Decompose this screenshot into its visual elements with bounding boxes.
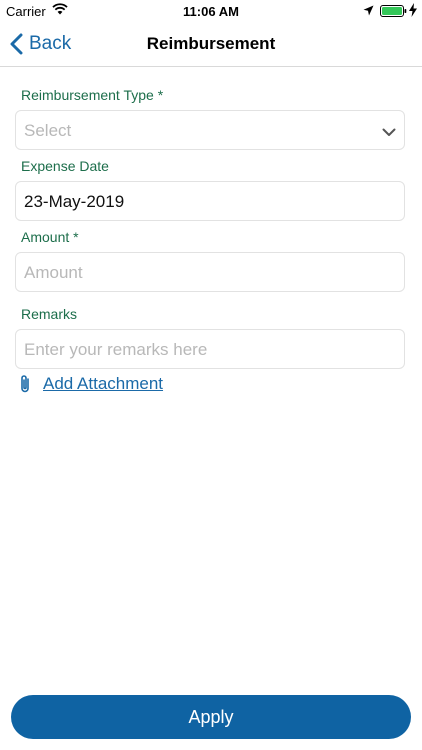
status-bar: Carrier 11:06 AM [0, 0, 422, 22]
amount-field[interactable]: Amount [15, 252, 405, 292]
apply-button[interactable]: Apply [11, 695, 411, 739]
navigation-bar: Back Reimbursement [0, 22, 422, 67]
reimbursement-type-label: Reimbursement Type * [21, 87, 164, 103]
remarks-placeholder: Enter your remarks here [24, 340, 208, 359]
amount-placeholder: Amount [24, 263, 83, 282]
remarks-field[interactable]: Enter your remarks here [15, 329, 405, 369]
add-attachment-label: Add Attachment [43, 374, 164, 393]
battery-icon [380, 5, 407, 20]
status-time: 11:06 AM [183, 4, 239, 19]
reimbursement-type-select[interactable]: Select [15, 110, 405, 150]
chevron-down-icon [382, 124, 396, 142]
reimbursement-type-placeholder: Select [24, 121, 72, 140]
location-arrow-icon [363, 4, 374, 19]
paperclip-icon [21, 375, 29, 393]
expense-date-field[interactable]: 23-May-2019 [15, 181, 405, 221]
add-attachment-link[interactable]: Add Attachment [19, 374, 163, 394]
expense-date-label: Expense Date [21, 158, 109, 174]
charging-bolt-icon [409, 3, 417, 20]
page-title: Reimbursement [146, 34, 276, 53]
remarks-label: Remarks [21, 306, 78, 322]
amount-label: Amount * [21, 229, 79, 245]
expense-date-value: 23-May-2019 [24, 192, 125, 211]
